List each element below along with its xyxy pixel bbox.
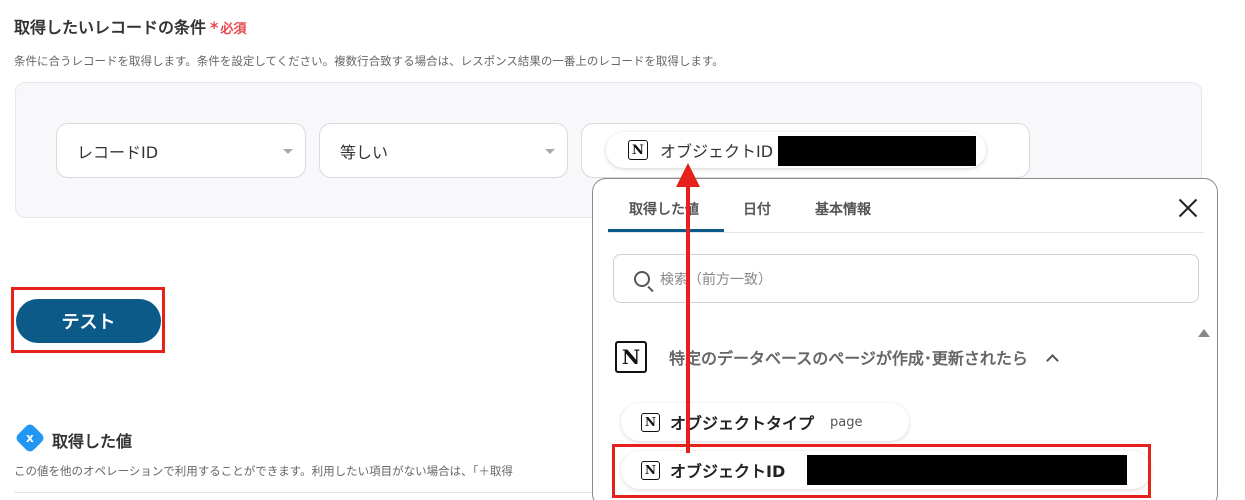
- trigger-group-title: 特定のデータベースのページが作成･更新されたら: [669, 349, 1028, 368]
- operator-select[interactable]: 等しい: [319, 123, 568, 178]
- output-item-label: オブジェクトタイプ: [670, 414, 815, 433]
- field-select-value: レコードID: [77, 142, 159, 162]
- annotation-arrow-head: [676, 163, 700, 187]
- chevron-down-icon: [545, 149, 555, 154]
- tab-basic-info[interactable]: 基本情報: [815, 199, 871, 219]
- operator-select-value: 等しい: [340, 142, 389, 162]
- search-icon: [634, 270, 650, 287]
- required-star: *: [210, 18, 219, 37]
- section-title: 取得したいレコードの条件 * 必須: [14, 14, 246, 38]
- divider: [14, 492, 594, 493]
- value-chip-label: オブジェクトID: [660, 142, 774, 161]
- notion-icon: N: [628, 140, 648, 160]
- scroll-up-arrow[interactable]: [1198, 329, 1210, 337]
- section-description: 条件に合うレコードを取得します。条件を設定してください。複数行合致する場合は、レ…: [14, 54, 724, 68]
- output-item-value: page: [830, 414, 863, 430]
- output-item-object-type[interactable]: N オブジェクトタイプ page: [621, 403, 909, 441]
- redacted-value: [778, 136, 976, 166]
- notion-icon: N: [641, 412, 660, 432]
- field-select[interactable]: レコードID: [56, 123, 306, 178]
- close-icon[interactable]: [1177, 197, 1199, 219]
- outputs-title: 取得した値: [52, 432, 133, 451]
- tab-divider: [608, 232, 1204, 233]
- variable-badge-letter: x: [26, 431, 34, 445]
- search-placeholder: 検索（前方一致）: [660, 271, 772, 288]
- outputs-description: この値を他のオペレーションで利用することができます。利用したい項目がない場合は、…: [14, 464, 513, 478]
- chevron-down-icon: [283, 149, 293, 154]
- required-label: 必須: [220, 22, 247, 37]
- test-button[interactable]: テスト: [16, 299, 161, 343]
- search-input[interactable]: 検索（前方一致）: [613, 254, 1199, 303]
- chevron-up-icon: [1046, 353, 1059, 367]
- trigger-group-header[interactable]: N 特定のデータベースのページが作成･更新されたら: [615, 341, 1059, 373]
- value-chip[interactable]: N オブジェクトID: [606, 132, 986, 168]
- tab-date[interactable]: 日付: [743, 199, 771, 219]
- notion-icon: N: [615, 341, 647, 373]
- highlight-box-object-id: [612, 444, 1151, 498]
- section-title-text: 取得したいレコードの条件: [14, 18, 207, 37]
- variable-badge-icon: x: [14, 422, 46, 454]
- annotation-arrow-shaft: [686, 185, 690, 453]
